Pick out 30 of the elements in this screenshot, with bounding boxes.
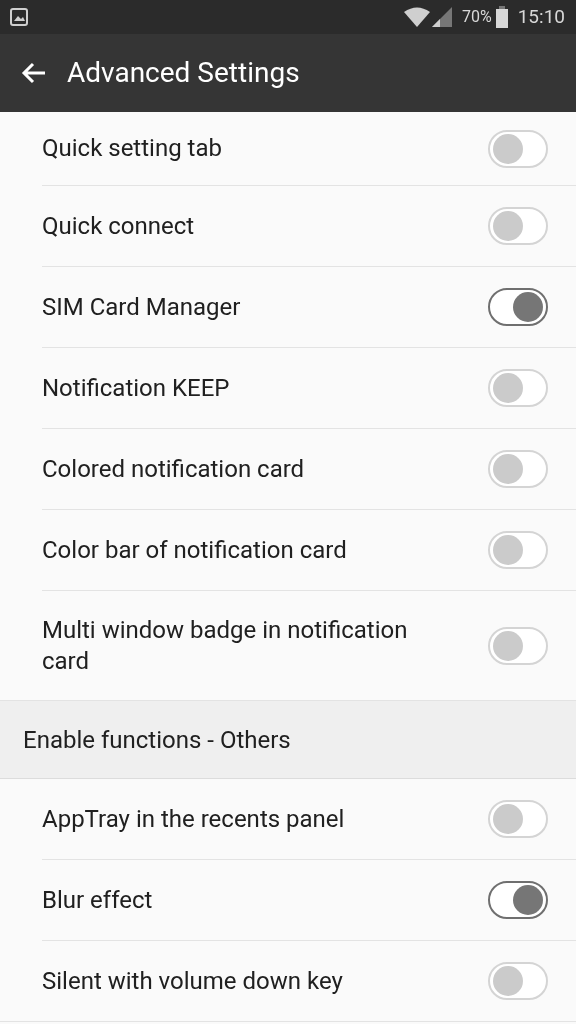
setting-row[interactable]: Colored notification card: [42, 429, 576, 510]
signal-icon: [431, 7, 452, 27]
toggle-switch[interactable]: [488, 288, 548, 326]
setting-label: SIM Card Manager: [42, 291, 242, 323]
setting-label: Silent with volume down key: [42, 965, 344, 997]
setting-row[interactable]: Quick connect: [42, 186, 576, 267]
setting-row[interactable]: SIM Card Manager: [42, 267, 576, 348]
back-arrow-icon: [21, 62, 47, 84]
setting-row[interactable]: Silent with volume down key: [0, 941, 576, 1022]
setting-row[interactable]: Notification KEEP: [42, 348, 576, 429]
image-icon: [10, 8, 28, 26]
setting-label: Quick setting tab: [42, 133, 223, 164]
setting-row[interactable]: Blur effect: [42, 860, 576, 941]
setting-label: Color bar of notification card: [42, 534, 348, 566]
battery-icon: [495, 6, 508, 28]
setting-label: Notification KEEP: [42, 372, 231, 404]
section-header: Enable functions - Others: [23, 724, 291, 756]
setting-label: Quick connect: [42, 210, 196, 242]
setting-row[interactable]: Quick setting tab: [42, 112, 576, 186]
setting-row[interactable]: AppTray in the recents panel: [42, 779, 576, 860]
clock: 15:10: [517, 3, 565, 30]
setting-label: Colored notification card: [42, 453, 306, 485]
setting-label: Multi window badge in notification card: [42, 614, 409, 677]
setting-label: AppTray in the recents panel: [42, 803, 346, 835]
page-title: Advanced Settings: [67, 55, 300, 91]
battery-percent: 70%: [461, 6, 492, 28]
setting-label: Blur effect: [42, 884, 154, 916]
setting-row[interactable]: Color bar of notification card: [42, 510, 576, 591]
toggle-switch[interactable]: [488, 881, 548, 919]
wifi-icon: [403, 7, 430, 27]
